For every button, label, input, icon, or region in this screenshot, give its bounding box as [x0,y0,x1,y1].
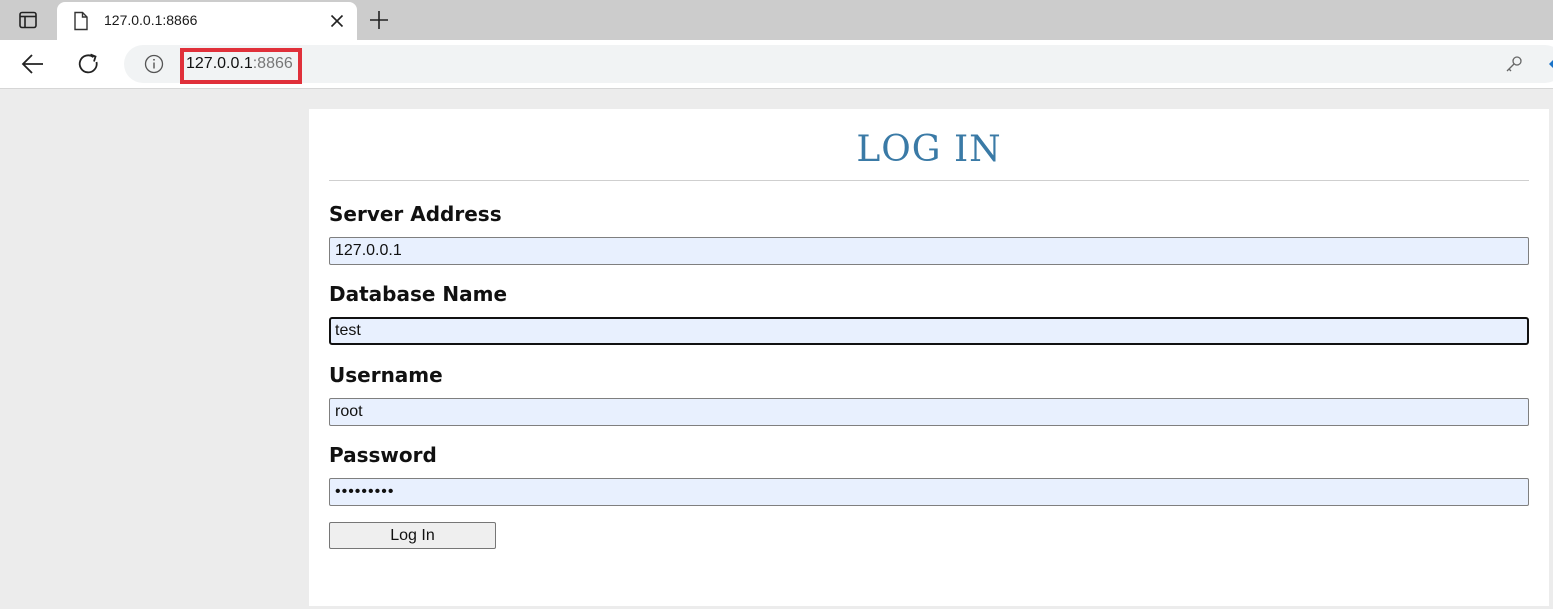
password-input[interactable]: ••••••••• [329,478,1529,506]
key-icon[interactable] [1504,54,1524,74]
info-icon[interactable] [144,54,164,74]
database-name-label: Database Name [329,282,508,306]
back-arrow-icon[interactable] [18,50,48,78]
active-tab[interactable]: 127.0.0.1:8866 [57,2,357,40]
server-address-input[interactable]: 127.0.0.1 [329,237,1529,265]
page-icon [71,11,91,31]
edge-sidebar-icon[interactable] [1547,57,1553,69]
close-icon[interactable] [327,11,347,31]
address-bar[interactable]: 127.0.0.1:8866 [124,45,1553,84]
browser-toolbar: 127.0.0.1:8866 [0,40,1553,89]
tab-strip: 127.0.0.1:8866 [0,0,1553,40]
tab-actions-icon[interactable] [8,6,48,34]
database-name-input[interactable]: test [329,317,1529,345]
url-text[interactable]: 127.0.0.1:8866 [186,55,293,73]
page-title: LOG IN [856,129,1002,170]
login-panel: LOG IN Server Address 127.0.0.1 Database… [309,109,1549,606]
new-tab-icon[interactable] [366,7,392,33]
password-label: Password [329,443,437,467]
url-host: 127.0.0.1 [186,55,253,72]
login-button[interactable]: Log In [329,522,496,549]
url-port: :8866 [252,55,293,72]
tab-title: 127.0.0.1:8866 [104,12,198,28]
reload-icon[interactable] [74,50,104,78]
username-input[interactable]: root [329,398,1529,426]
username-label: Username [329,363,443,387]
title-divider [329,180,1529,181]
server-address-label: Server Address [329,202,502,226]
